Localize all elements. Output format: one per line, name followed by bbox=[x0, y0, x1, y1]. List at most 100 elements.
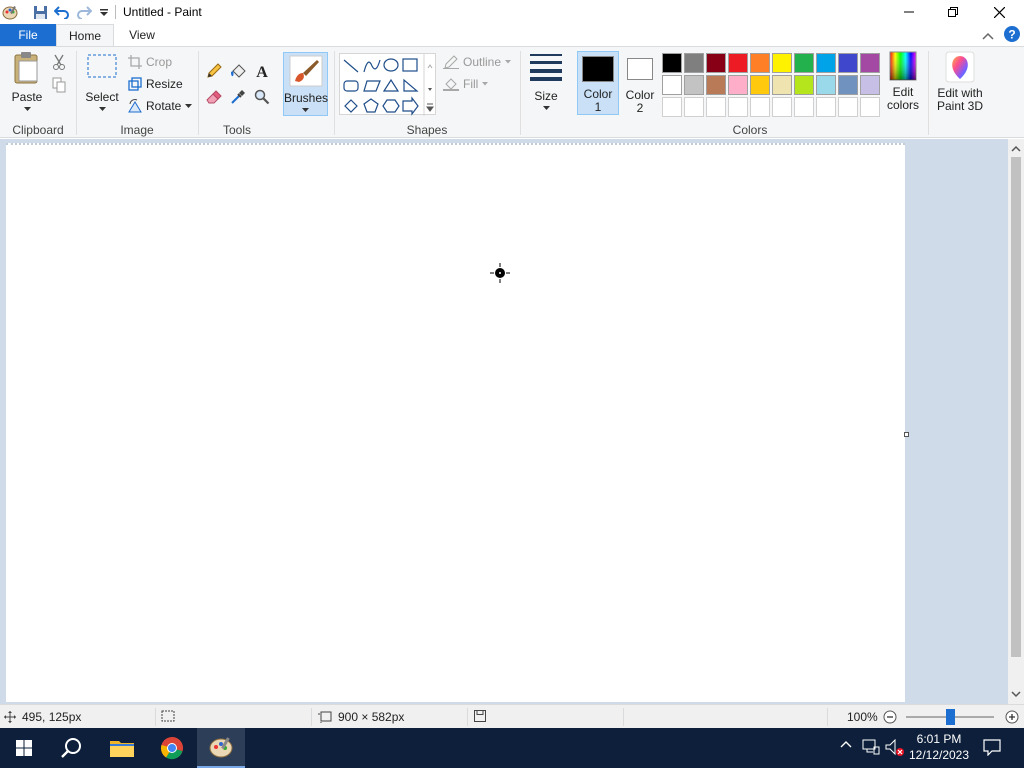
chrome-button[interactable] bbox=[148, 728, 196, 768]
show-hidden-icons[interactable] bbox=[840, 740, 852, 748]
outline-button[interactable]: Outline bbox=[443, 55, 512, 69]
text-tool-icon[interactable]: A bbox=[253, 62, 271, 80]
palette-swatch[interactable] bbox=[860, 75, 880, 95]
palette-swatch[interactable] bbox=[728, 75, 748, 95]
custom-color-slot[interactable] bbox=[860, 97, 880, 117]
canvas-resize-handle-right[interactable] bbox=[904, 432, 909, 437]
edit-with-paint3d-button[interactable]: Edit with Paint 3D bbox=[934, 51, 986, 113]
color-picker-icon[interactable] bbox=[229, 88, 247, 106]
palette-swatch[interactable] bbox=[728, 53, 748, 73]
clock[interactable]: 6:01 PM 12/12/2023 bbox=[906, 731, 972, 763]
eraser-icon[interactable] bbox=[205, 88, 223, 106]
rotate-button[interactable]: Rotate bbox=[128, 99, 193, 113]
palette-swatch[interactable] bbox=[706, 75, 726, 95]
edit-colors-label-2: colors bbox=[886, 98, 919, 112]
file-size bbox=[474, 710, 486, 722]
selection-size bbox=[161, 710, 175, 722]
paste-button[interactable]: Paste bbox=[6, 51, 48, 112]
palette-swatch[interactable] bbox=[816, 75, 836, 95]
chevron-down-icon bbox=[23, 107, 31, 111]
fill-label: Fill bbox=[463, 77, 479, 91]
crop-button[interactable]: Crop bbox=[128, 55, 172, 69]
palette-swatch[interactable] bbox=[772, 75, 792, 95]
network-tray-item[interactable] bbox=[862, 739, 880, 755]
select-button[interactable]: Select bbox=[82, 51, 122, 112]
workspace bbox=[0, 139, 1008, 704]
palette-swatch[interactable] bbox=[706, 53, 726, 73]
svg-text:?: ? bbox=[1008, 28, 1015, 42]
copy-icon[interactable] bbox=[50, 76, 68, 94]
tab-file[interactable]: File bbox=[0, 24, 56, 46]
start-button[interactable] bbox=[0, 728, 48, 768]
brushes-button[interactable]: Brushes bbox=[283, 52, 328, 116]
undo-icon[interactable] bbox=[53, 3, 71, 21]
chrome-icon bbox=[160, 737, 183, 760]
outline-label: Outline bbox=[463, 55, 502, 69]
palette-swatch[interactable] bbox=[838, 75, 858, 95]
scroll-down-icon[interactable] bbox=[1008, 687, 1024, 701]
magnifier-icon[interactable] bbox=[253, 88, 271, 106]
minimize-button[interactable] bbox=[886, 0, 932, 24]
palette-swatch[interactable] bbox=[662, 53, 682, 73]
fill-bucket-icon[interactable] bbox=[229, 62, 247, 80]
zoom-in-icon[interactable] bbox=[1005, 710, 1019, 724]
custom-color-slot[interactable] bbox=[794, 97, 814, 117]
clipboard-group-label: Clipboard bbox=[12, 123, 64, 137]
zoom-slider-thumb[interactable] bbox=[946, 709, 955, 725]
canvas-size-text: 900 × 582px bbox=[338, 710, 405, 724]
color2-button[interactable]: Color 2 bbox=[619, 51, 661, 115]
vertical-scrollbar[interactable] bbox=[1008, 139, 1024, 704]
palette-swatch[interactable] bbox=[794, 53, 814, 73]
palette-swatch[interactable] bbox=[750, 75, 770, 95]
palette-swatch[interactable] bbox=[662, 75, 682, 95]
customize-qat-icon[interactable] bbox=[95, 3, 113, 21]
resize-button[interactable]: Resize bbox=[128, 77, 183, 91]
palette-swatch[interactable] bbox=[860, 53, 880, 73]
palette-swatch[interactable] bbox=[838, 53, 858, 73]
palette-swatch[interactable] bbox=[684, 53, 704, 73]
paint-icon bbox=[209, 737, 233, 758]
tab-view[interactable]: View bbox=[120, 24, 164, 46]
taskbar: 6:01 PM 12/12/2023 bbox=[0, 728, 1024, 768]
search-button[interactable] bbox=[48, 728, 96, 768]
palette-swatch[interactable] bbox=[794, 75, 814, 95]
custom-color-slot[interactable] bbox=[662, 97, 682, 117]
close-button[interactable] bbox=[976, 0, 1022, 24]
custom-color-slot[interactable] bbox=[838, 97, 858, 117]
notifications-button[interactable] bbox=[983, 738, 1001, 756]
file-explorer-button[interactable] bbox=[98, 728, 146, 768]
pencil-icon[interactable] bbox=[205, 62, 223, 80]
fill-button[interactable]: Fill bbox=[443, 77, 489, 91]
help-icon[interactable]: ? bbox=[1004, 26, 1020, 45]
custom-color-slot[interactable] bbox=[750, 97, 770, 117]
palette-swatch[interactable] bbox=[816, 53, 836, 73]
custom-color-slot[interactable] bbox=[728, 97, 748, 117]
edit-colors-button[interactable]: Edit colors bbox=[884, 51, 922, 112]
zoom-out-icon[interactable] bbox=[883, 710, 897, 724]
paint-app-icon[interactable] bbox=[1, 3, 19, 21]
custom-color-slot[interactable] bbox=[684, 97, 704, 117]
notification-icon bbox=[983, 739, 1001, 756]
custom-color-slot[interactable] bbox=[816, 97, 836, 117]
resize-icon bbox=[128, 77, 142, 91]
scroll-up-icon[interactable] bbox=[1008, 142, 1024, 156]
size-button[interactable]: Size bbox=[526, 51, 566, 111]
rotate-label: Rotate bbox=[146, 99, 182, 113]
volume-tray-item[interactable] bbox=[885, 739, 905, 757]
collapse-ribbon-icon[interactable] bbox=[982, 29, 994, 43]
redo-icon[interactable] bbox=[75, 3, 93, 21]
scrollbar-thumb[interactable] bbox=[1011, 157, 1021, 657]
custom-color-slot[interactable] bbox=[772, 97, 792, 117]
custom-color-slot[interactable] bbox=[706, 97, 726, 117]
drawing-canvas[interactable] bbox=[6, 143, 905, 702]
tab-home[interactable]: Home bbox=[56, 24, 114, 46]
cut-icon[interactable] bbox=[50, 53, 68, 71]
palette-swatch[interactable] bbox=[750, 53, 770, 73]
restore-button[interactable] bbox=[930, 0, 976, 24]
paint-taskbar-button[interactable] bbox=[197, 728, 245, 768]
palette-swatch[interactable] bbox=[684, 75, 704, 95]
save-icon[interactable] bbox=[31, 3, 49, 21]
colors-group-label: Colors bbox=[732, 123, 768, 137]
palette-swatch[interactable] bbox=[772, 53, 792, 73]
color1-button[interactable]: Color 1 bbox=[577, 51, 619, 115]
